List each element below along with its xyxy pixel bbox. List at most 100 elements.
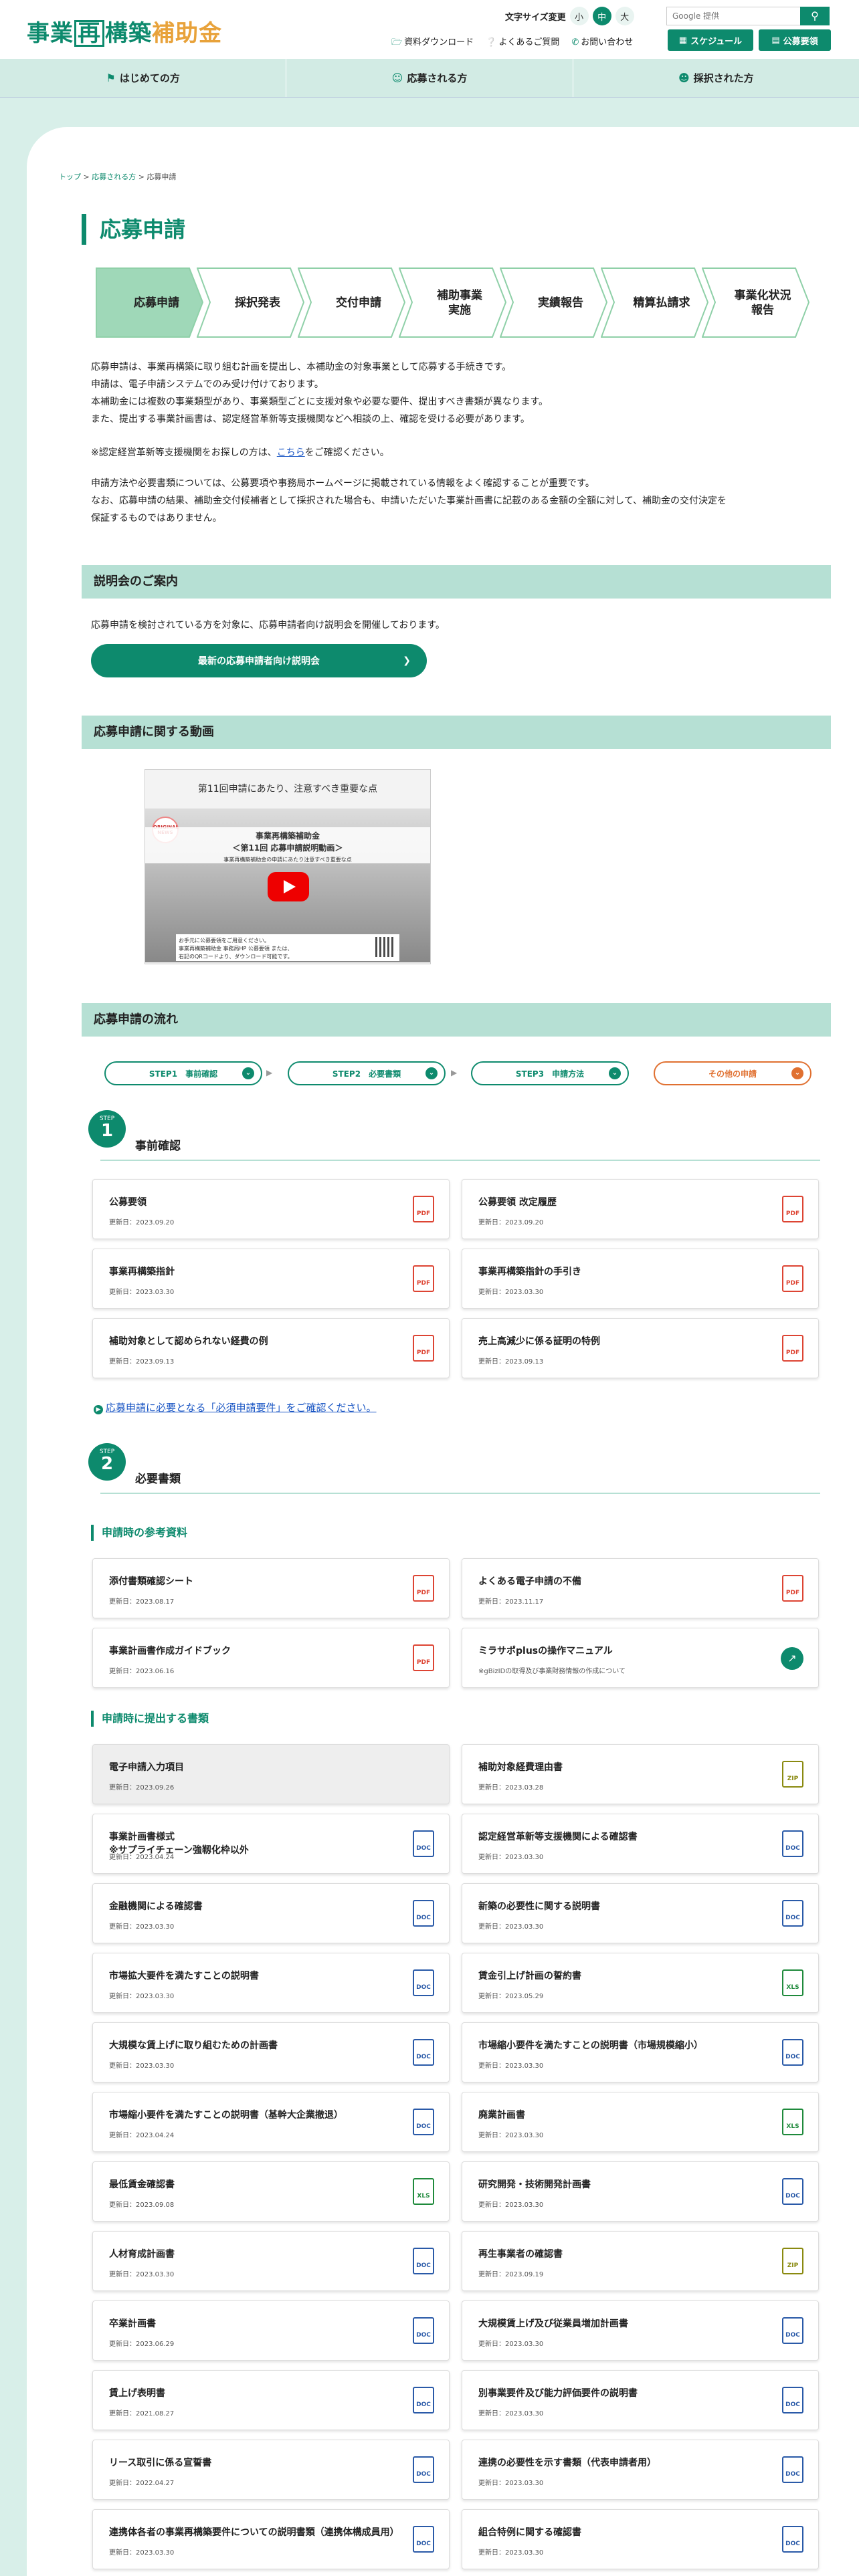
document-card[interactable]: よくある電子申請の不備 更新日：2023.11.17 PDF (462, 1558, 819, 1618)
support-org-link[interactable]: こちら (277, 447, 305, 458)
card-title: 市場縮小要件を満たすことの説明書（基幹大企業撤退） (109, 2110, 343, 2121)
schedule-button[interactable]: ▦ スケジュール (668, 29, 753, 51)
document-card[interactable]: 新築の必要性に関する説明書 更新日：2023.03.30 DOC (462, 1883, 819, 1943)
document-card[interactable]: 人材育成計画書 更新日：2023.03.30 DOC (92, 2231, 450, 2291)
doc-file-icon: DOC (413, 2248, 434, 2274)
document-card[interactable]: 事業計画書様式 ※サプライチェーン強靱化枠以外 更新日：2023.04.24 DOC (92, 1814, 450, 1874)
nav-beginner[interactable]: ⚑ はじめての方 (0, 59, 287, 97)
document-card[interactable]: 別事業要件及び能力評価要件の説明書 更新日：2023.03.30 DOC (462, 2370, 819, 2430)
pdf-file-icon: PDF (413, 1335, 434, 1362)
document-card[interactable]: 賃金引上げ計画の誓約書 更新日：2023.05.29 XLS (462, 1953, 819, 2013)
nav-applicant[interactable]: ☺ 応募される方 (286, 59, 573, 97)
arrow-circle-icon: ▶ (94, 1405, 103, 1414)
document-card[interactable]: リース取引に係る宣誓書 更新日：2022.04.27 DOC (92, 2440, 450, 2500)
card-title: 人材育成計画書 (109, 2249, 175, 2260)
document-card[interactable]: 金融機関による確認書 更新日：2023.03.30 DOC (92, 1883, 450, 1943)
font-large-button[interactable]: 大 (615, 7, 634, 25)
document-card[interactable]: 再生事業者の確認書 更新日：2023.09.19 ZIP (462, 2231, 819, 2291)
breadcrumb-applicant[interactable]: 応募される方 (92, 173, 136, 181)
step2-anchor[interactable]: STEP2 必要書類 ⌄ (288, 1061, 446, 1085)
xls-file-icon: XLS (782, 2109, 803, 2135)
document-card[interactable]: 認定経営革新等支援機関による確認書 更新日：2023.03.30 DOC (462, 1814, 819, 1874)
document-card[interactable]: 最低賃金確認書 更新日：2023.09.08 XLS (92, 2161, 450, 2222)
flow-step-6: 精算払請求 (601, 267, 709, 338)
person-outline-icon: ☺ (391, 72, 403, 84)
faq-link[interactable]: ❔ よくあるご質問 (486, 35, 559, 51)
card-date: 更新日：2023.03.30 (478, 2132, 544, 2139)
document-card[interactable]: 公募要領 更新日：2023.09.20 PDF (92, 1179, 450, 1239)
nav-adopted[interactable]: ☻ 採択された方 (573, 59, 859, 97)
card-title: 賃上げ表明書 (109, 2388, 165, 2399)
card-title: 連携の必要性を示す書類（代表申請者用） (478, 2458, 656, 2468)
font-medium-button[interactable]: 中 (592, 7, 611, 25)
other-application-anchor[interactable]: その他の申請 ⌄ (654, 1061, 812, 1085)
site-logo[interactable]: 事業再構築補助金 (27, 15, 222, 47)
briefing-button[interactable]: 最新の応募申請者向け説明会 ❯ (91, 644, 427, 677)
document-card[interactable]: 連携の必要性を示す書類（代表申請者用） 更新日：2023.03.30 DOC (462, 2440, 819, 2500)
flow-step-label: 実績報告 (538, 296, 583, 310)
document-card[interactable]: 連携体各者の事業再構築要件についての説明書類（連携体構成員用） 更新日：2023.… (92, 2509, 450, 2569)
document-card[interactable]: 賃上げ表明書 更新日：2021.08.27 DOC (92, 2370, 450, 2430)
chevron-right-icon: ❯ (403, 655, 411, 666)
breadcrumb-current: 応募申請 (147, 173, 177, 181)
breadcrumb: トップ > 応募される方 > 応募申請 (59, 173, 177, 181)
step1-anchor[interactable]: STEP1 事前確認 ⌄ (104, 1061, 262, 1085)
breadcrumb-top[interactable]: トップ (59, 173, 81, 181)
font-small-button[interactable]: 小 (569, 7, 589, 25)
card-title: 新築の必要性に関する説明書 (478, 1901, 600, 1912)
required-conditions-link[interactable]: ▶ 応募申請に必要となる「必須申請要件」をご確認ください。 (94, 1400, 377, 1414)
document-card[interactable]: ミラサポplusの操作マニュアル ※gBizIDの取得及び事業財務情報の作成につい… (462, 1628, 819, 1688)
chevron-down-icon: ⌄ (242, 1067, 254, 1079)
public-guidelines-button[interactable]: ▤ 公募要領 (759, 29, 831, 51)
pdf-file-icon: PDF (413, 1575, 434, 1602)
card-date: 更新日：2023.09.19 (478, 2271, 544, 2278)
document-card[interactable]: 卒業計画書 更新日：2023.06.29 DOC (92, 2300, 450, 2361)
document-card[interactable]: 組合特例に関する確認書 更新日：2023.03.30 DOC (462, 2509, 819, 2569)
card-title: 卒業計画書 (109, 2319, 156, 2329)
document-card[interactable]: 市場縮小要件を満たすことの説明書（市場規模縮小） 更新日：2023.03.30 DO… (462, 2022, 819, 2082)
xls-file-icon: XLS (413, 2178, 434, 2205)
doc-file-icon: DOC (413, 1830, 434, 1857)
document-card[interactable]: 電子申請入力項目 更新日：2023.09.26 (92, 1744, 450, 1804)
submission-docs-heading: 申請時に提出する書類 (91, 1711, 209, 1727)
video-player[interactable]: 第11回申請にあたり、注意すべき重要な点 ORIGINAL NEWS 事業再構築… (145, 769, 431, 964)
doc-file-icon: DOC (413, 1900, 434, 1927)
document-card[interactable]: 市場拡大要件を満たすことの説明書 更新日：2023.03.30 DOC (92, 1953, 450, 2013)
card-date: 更新日：2023.03.30 (109, 1289, 175, 1296)
document-card[interactable]: 大規模な賃上げに取り組むための計画書 更新日：2023.03.30 DOC (92, 2022, 450, 2082)
flow-step-3: 交付申請 (298, 267, 406, 338)
document-card[interactable]: 事業再構築指針の手引き 更新日：2023.03.30 PDF (462, 1249, 819, 1309)
search-button[interactable]: ⚲ (800, 7, 830, 25)
step2-title: 必要書類 (100, 1465, 820, 1494)
document-card[interactable]: 補助対象として認められない経費の例 更新日：2023.09.13 PDF (92, 1318, 450, 1378)
contact-link[interactable]: ✆ お問い合わせ (571, 35, 633, 51)
search-input[interactable] (666, 7, 800, 25)
document-card[interactable]: 事業再構築指針 更新日：2023.03.30 PDF (92, 1249, 450, 1309)
document-card[interactable]: 添付書類確認シート 更新日：2023.08.17 PDF (92, 1558, 450, 1618)
doc-file-icon: DOC (782, 1830, 803, 1857)
document-card[interactable]: 市場縮小要件を満たすことの説明書（基幹大企業撤退） 更新日：2023.04.24 D… (92, 2092, 450, 2152)
external-link-icon: ↗ (781, 1647, 803, 1670)
step1-title: 事前確認 (100, 1132, 820, 1161)
download-link[interactable]: 🗁 資料ダウンロード (391, 35, 474, 51)
font-size-label: 文字サイズ変更 (505, 12, 566, 23)
card-date: 更新日：2023.03.30 (109, 2062, 175, 2070)
qr-code-icon (375, 937, 395, 957)
card-date: 更新日：2023.03.30 (109, 2549, 175, 2557)
document-card[interactable]: 廃業計画書 更新日：2023.03.30 XLS (462, 2092, 819, 2152)
folder-icon: 🗁 (391, 37, 403, 47)
play-icon[interactable] (268, 872, 309, 901)
document-card[interactable]: 補助対象経費理由書 更新日：2023.03.28 ZIP (462, 1744, 819, 1804)
utility-links: 🗁 資料ダウンロード ❔ よくあるご質問 ✆ お問い合わせ (391, 35, 633, 51)
document-card[interactable]: 売上高減少に係る証明の特例 更新日：2023.09.13 PDF (462, 1318, 819, 1378)
step3-anchor[interactable]: STEP3 申請方法 ⌄ (471, 1061, 629, 1085)
document-card[interactable]: 公募要領 改定履歴 更新日：2023.09.20 PDF (462, 1179, 819, 1239)
pdf-file-icon: PDF (413, 1265, 434, 1292)
doc-file-icon: DOC (782, 2456, 803, 2483)
document-card[interactable]: 大規模賃上げ及び従業員増加計画書 更新日：2023.03.30 DOC (462, 2300, 819, 2361)
card-title: 認定経営革新等支援機関による確認書 (478, 1832, 638, 1842)
card-date: 更新日：2023.06.29 (109, 2341, 175, 2348)
document-card[interactable]: 事業計画書作成ガイドブック 更新日：2023.06.16 PDF (92, 1628, 450, 1688)
document-card[interactable]: 研究開発・技術開発計画書 更新日：2023.03.30 DOC (462, 2161, 819, 2222)
process-flow: 応募申請 採択発表 交付申請 補助事業 実施 実績報告 精算払請求 事業化状況 報告 (96, 267, 815, 338)
